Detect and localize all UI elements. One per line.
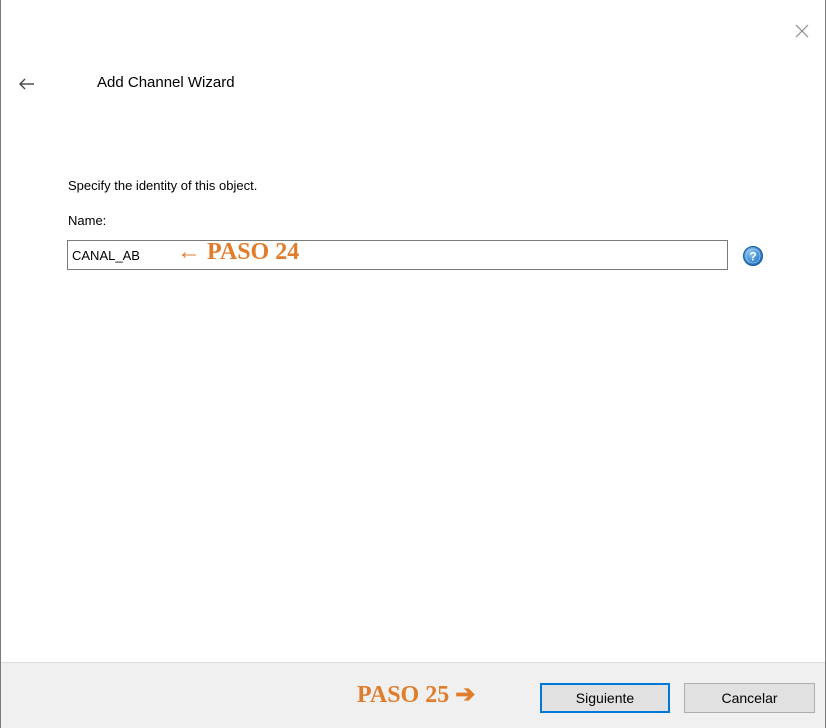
close-icon (795, 24, 809, 38)
svg-text:?: ? (749, 250, 756, 264)
wizard-window: Add Channel Wizard Specify the identity … (0, 0, 826, 728)
instruction-text: Specify the identity of this object. (68, 178, 258, 193)
help-button[interactable]: ? (742, 245, 764, 267)
name-label: Name: (68, 213, 107, 228)
step-25-annotation: PASO 25 ➔ (357, 682, 476, 708)
close-button[interactable] (793, 22, 811, 40)
cancel-button[interactable]: Cancelar (684, 683, 815, 713)
back-arrow-icon (19, 78, 34, 90)
wizard-title: Add Channel Wizard (97, 74, 235, 91)
step-24-annotation: ← PASO 24 (177, 239, 300, 265)
help-icon: ? (743, 246, 763, 266)
name-field[interactable] (67, 240, 728, 270)
back-button[interactable] (17, 76, 37, 92)
next-button[interactable]: Siguiente (540, 683, 670, 713)
